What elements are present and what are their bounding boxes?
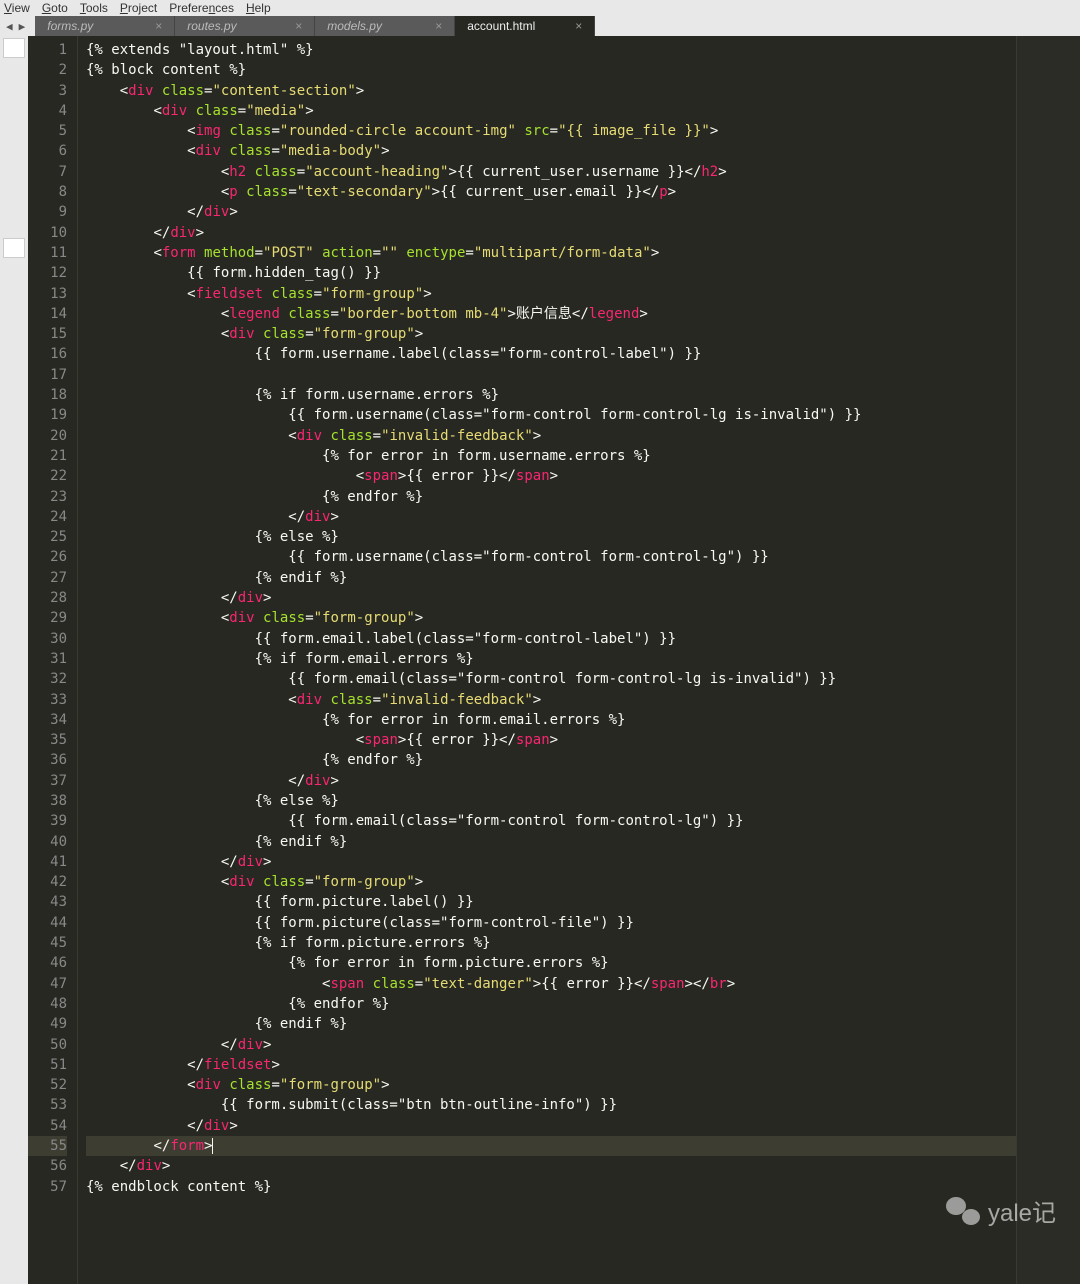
minimap[interactable] <box>1016 36 1080 1284</box>
left-sidebar <box>0 36 28 1284</box>
back-icon[interactable]: ◀ <box>4 20 15 33</box>
tab-label: forms.py <box>47 19 93 33</box>
tab-routes[interactable]: routes.py × <box>175 16 315 36</box>
menu-goto[interactable]: Goto <box>42 1 68 15</box>
close-icon[interactable]: × <box>295 19 302 33</box>
minimap-viewport[interactable] <box>1017 36 1080 1284</box>
code-area[interactable]: {% extends "layout.html" %}{% block cont… <box>78 36 1016 1284</box>
watermark: yale记 <box>946 1193 1056 1228</box>
menu-tools[interactable]: Tools <box>80 1 108 15</box>
close-icon[interactable]: × <box>155 19 162 33</box>
line-number-gutter[interactable]: 1234567891011121314151617181920212223242… <box>28 36 78 1284</box>
wechat-icon <box>946 1197 980 1225</box>
tab-forms[interactable]: forms.py × <box>35 16 175 36</box>
menu-bar: View Goto Tools Project Preferences Help <box>0 0 1080 16</box>
tab-models[interactable]: models.py × <box>315 16 455 36</box>
fold-region[interactable] <box>3 38 25 58</box>
forward-icon[interactable]: ▶ <box>17 20 28 33</box>
fold-region[interactable] <box>3 238 25 258</box>
editor: 1234567891011121314151617181920212223242… <box>0 36 1080 1284</box>
tab-label: models.py <box>327 19 382 33</box>
menu-preferences[interactable]: Preferences <box>169 1 234 15</box>
watermark-text: yale记 <box>988 1193 1056 1228</box>
menu-project[interactable]: Project <box>120 1 157 15</box>
tab-account[interactable]: account.html × <box>455 16 595 36</box>
tabs: forms.py × routes.py × models.py × accou… <box>35 16 1080 36</box>
close-icon[interactable]: × <box>435 19 442 33</box>
history-nav: ◀ ▶ <box>4 16 27 36</box>
tab-label: routes.py <box>187 19 236 33</box>
menu-help[interactable]: Help <box>246 1 271 15</box>
tab-row: ◀ ▶ forms.py × routes.py × models.py × a… <box>0 16 1080 36</box>
tab-label: account.html <box>467 19 535 33</box>
close-icon[interactable]: × <box>575 19 582 33</box>
menu-view[interactable]: View <box>4 1 30 15</box>
